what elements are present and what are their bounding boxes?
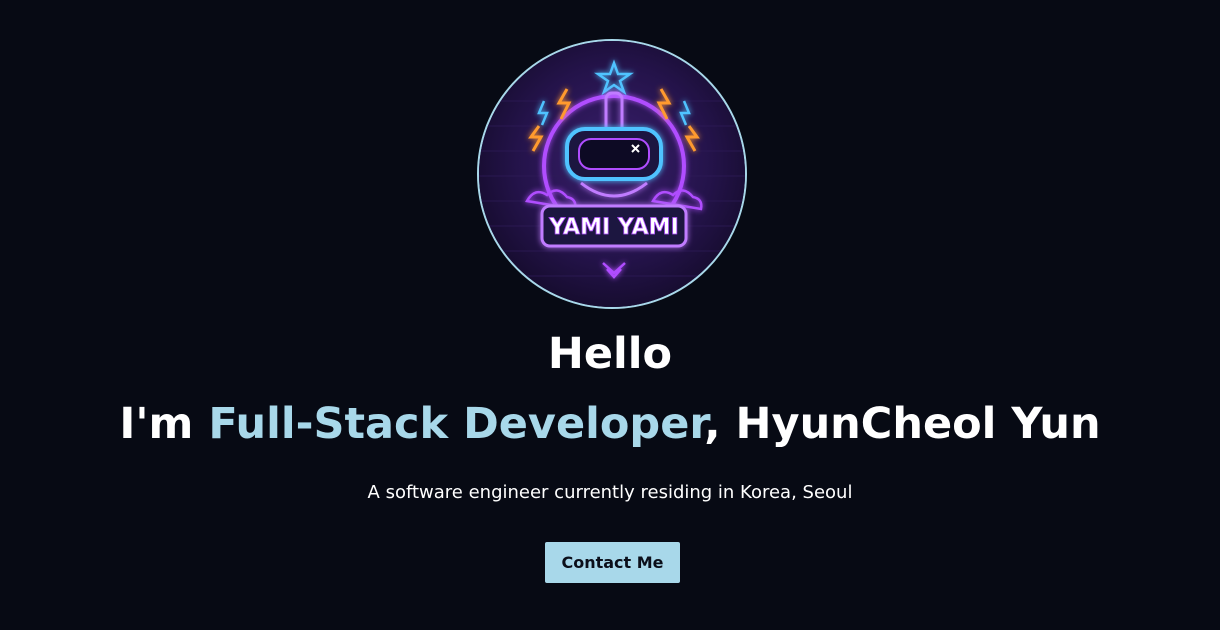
greeting-heading: Hello [547, 329, 673, 379]
profile-avatar: YAMI YAMI [477, 39, 747, 309]
contact-me-button[interactable]: Contact Me [545, 542, 680, 583]
headline: I'm Full-Stack Developer, HyunCheol Yun [0, 394, 1220, 454]
hero-section: YAMI YAMI Hello I'm Full-Stack Developer… [0, 0, 1220, 630]
headline-role: Full-Stack Developer [208, 399, 705, 449]
hero-subtitle: A software engineer currently residing i… [367, 482, 853, 503]
headline-name: , HyunCheol Yun [704, 399, 1101, 449]
neon-vr-logo-image: YAMI YAMI [479, 41, 745, 307]
logo-text: YAMI YAMI [548, 215, 679, 240]
headline-prefix: I'm [119, 399, 209, 449]
